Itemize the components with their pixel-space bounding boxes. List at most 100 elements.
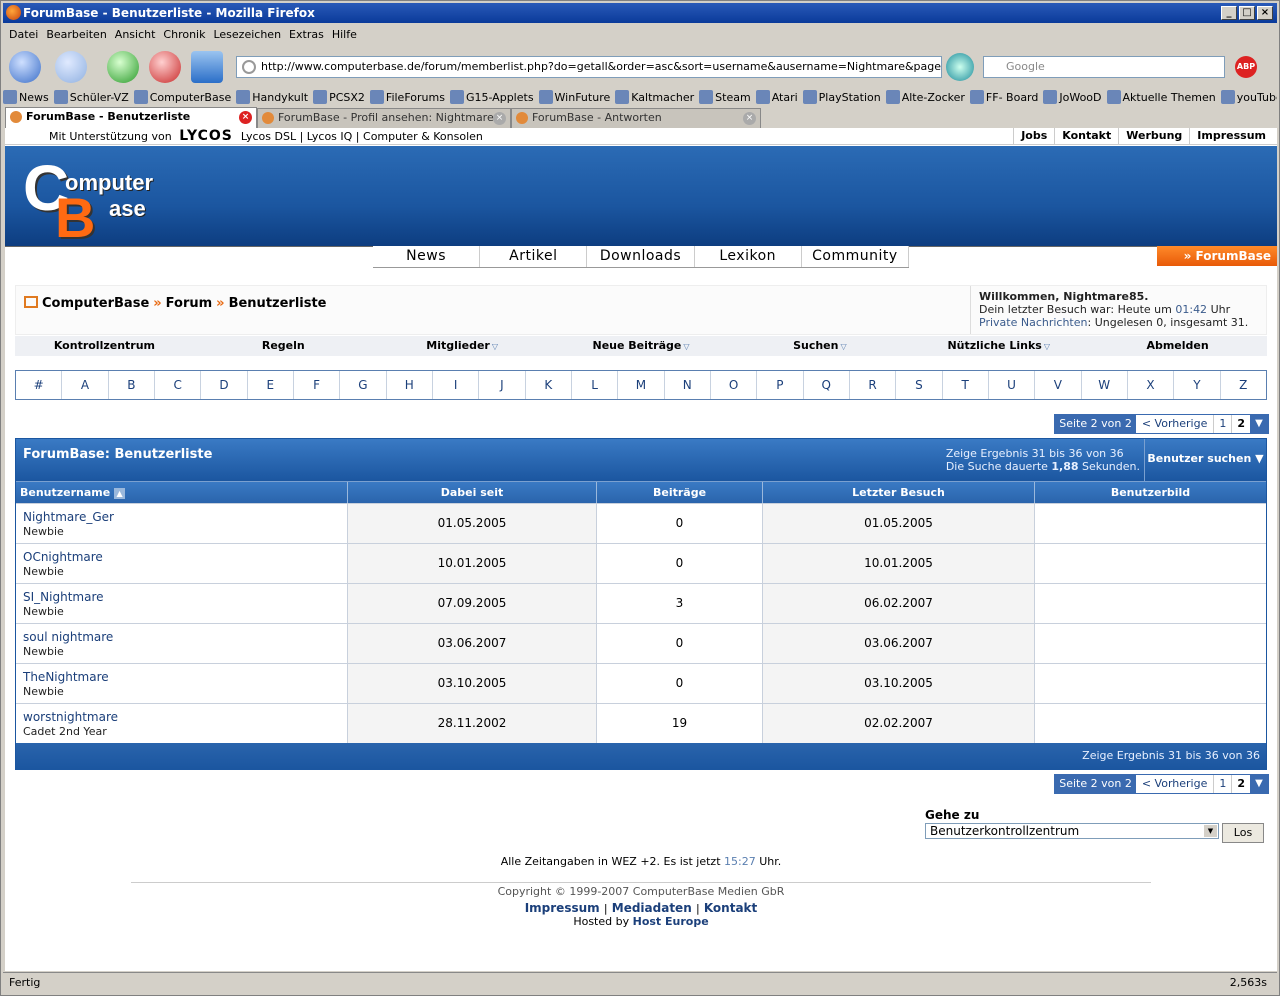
alpha-letter[interactable]: M bbox=[618, 371, 665, 399]
alpha-letter[interactable]: B bbox=[109, 371, 155, 399]
username-link[interactable]: soul nightmare bbox=[23, 630, 347, 644]
bookmark-item[interactable]: JoWooD bbox=[1043, 90, 1102, 104]
sponsor-links[interactable]: Lycos DSL | Lycos IQ | Computer & Konsol… bbox=[241, 130, 483, 143]
nav-lexikon[interactable]: Lexikon bbox=[695, 246, 802, 267]
alpha-letter[interactable]: Y bbox=[1174, 371, 1221, 399]
pager-page-1[interactable]: 1 bbox=[1214, 775, 1233, 793]
alpha-letter[interactable]: O bbox=[711, 371, 758, 399]
alpha-letter[interactable]: U bbox=[989, 371, 1036, 399]
alpha-letter[interactable]: T bbox=[943, 371, 989, 399]
subnav-regeln[interactable]: Regeln bbox=[194, 336, 373, 356]
user-search-button[interactable]: Benutzer suchen ▼ bbox=[1144, 439, 1266, 481]
nav-downloads[interactable]: Downloads bbox=[587, 246, 695, 267]
bookmark-item[interactable]: PlayStation bbox=[802, 90, 881, 104]
alpha-letter[interactable]: D bbox=[201, 371, 248, 399]
breadcrumb-computerbase[interactable]: ComputerBase bbox=[42, 296, 149, 311]
maximize-button[interactable]: □ bbox=[1239, 6, 1255, 20]
tab-benutzerliste[interactable]: ForumBase - Benutzerliste × bbox=[5, 107, 257, 128]
bookmark-item[interactable]: youTube und Videos bbox=[1220, 90, 1277, 104]
close-tab-icon[interactable]: × bbox=[493, 112, 506, 125]
private-messages-link[interactable]: Private Nachrichten bbox=[979, 316, 1088, 329]
pager-prev[interactable]: < Vorherige bbox=[1136, 775, 1215, 793]
bookmark-item[interactable]: Kaltmacher bbox=[615, 90, 694, 104]
host-europe-link[interactable]: Host Europe bbox=[633, 915, 709, 928]
stop-icon[interactable] bbox=[149, 51, 181, 83]
reload-icon[interactable] bbox=[107, 51, 139, 83]
footer-impressum[interactable]: Impressum bbox=[525, 901, 600, 915]
username-link[interactable]: Nightmare_Ger bbox=[23, 510, 347, 524]
alpha-letter[interactable]: C bbox=[155, 371, 202, 399]
close-tab-icon[interactable]: × bbox=[239, 111, 252, 124]
subnav-abmelden[interactable]: Abmelden bbox=[1088, 336, 1267, 356]
minimize-button[interactable]: _ bbox=[1221, 6, 1237, 20]
bookmark-item[interactable]: News bbox=[3, 90, 49, 104]
link-kontakt[interactable]: Kontakt bbox=[1054, 128, 1118, 144]
bookmark-item[interactable]: G15-Applets bbox=[449, 90, 534, 104]
alpha-letter[interactable]: J bbox=[479, 371, 526, 399]
bookmark-item[interactable]: Steam bbox=[699, 90, 751, 104]
menu-extras[interactable]: Extras bbox=[287, 25, 330, 45]
alpha-letter[interactable]: # bbox=[16, 371, 63, 399]
sort-asc-icon[interactable]: ▲ bbox=[114, 488, 126, 499]
go-icon[interactable] bbox=[946, 53, 974, 81]
alpha-letter[interactable]: N bbox=[665, 371, 711, 399]
close-tab-icon[interactable]: × bbox=[743, 112, 756, 125]
menu-chronik[interactable]: Chronik bbox=[161, 25, 211, 45]
bookmark-item[interactable]: WinFuture bbox=[538, 90, 610, 104]
link-jobs[interactable]: Jobs bbox=[1013, 128, 1054, 144]
alpha-letter[interactable]: F bbox=[294, 371, 341, 399]
alpha-letter[interactable]: X bbox=[1128, 371, 1175, 399]
menu-lesezeichen[interactable]: Lesezeichen bbox=[211, 25, 287, 45]
alpha-letter[interactable]: V bbox=[1035, 371, 1082, 399]
menu-hilfe[interactable]: Hilfe bbox=[330, 25, 363, 45]
subnav-mitglieder[interactable]: Mitglieder ▽ bbox=[373, 336, 552, 356]
nav-news[interactable]: News bbox=[373, 246, 481, 267]
bookmark-item[interactable]: Handykult bbox=[236, 90, 308, 104]
menu-datei[interactable]: Datei bbox=[7, 25, 44, 45]
username-link[interactable]: worstnightmare bbox=[23, 710, 347, 724]
footer-mediadaten[interactable]: Mediadaten bbox=[612, 901, 692, 915]
col-letzter-besuch[interactable]: Letzter Besuch bbox=[763, 482, 1035, 503]
pager-page-1[interactable]: 1 bbox=[1214, 415, 1233, 433]
link-werbung[interactable]: Werbung bbox=[1118, 128, 1189, 144]
alpha-letter[interactable]: H bbox=[387, 371, 433, 399]
subnav-nuetzliche-links[interactable]: Nützliche Links ▽ bbox=[909, 336, 1088, 356]
nav-community[interactable]: Community bbox=[802, 246, 910, 267]
url-bar[interactable]: http://www.computerbase.de/forum/memberl… bbox=[236, 56, 942, 78]
footer-kontakt[interactable]: Kontakt bbox=[704, 901, 757, 915]
search-input[interactable]: Google bbox=[983, 56, 1225, 78]
pager-dropdown-icon[interactable]: ▼ bbox=[1250, 775, 1268, 793]
goto-select[interactable]: Benutzerkontrollzentrum ▼ bbox=[925, 823, 1219, 839]
alpha-letter[interactable]: R bbox=[850, 371, 897, 399]
bookmark-item[interactable]: Schüler-VZ bbox=[53, 90, 129, 104]
computerbase-logo[interactable]: CB omputer ase bbox=[23, 156, 173, 246]
pager-prev[interactable]: < Vorherige bbox=[1136, 415, 1215, 433]
username-link[interactable]: OCnightmare bbox=[23, 550, 347, 564]
alpha-letter[interactable]: Q bbox=[804, 371, 850, 399]
bookmark-item[interactable]: ComputerBase bbox=[133, 90, 231, 104]
menu-bearbeiten[interactable]: Bearbeiten bbox=[44, 25, 112, 45]
link-impressum[interactable]: Impressum bbox=[1189, 128, 1273, 144]
forward-icon[interactable] bbox=[55, 51, 87, 83]
forumbase-tab[interactable]: » ForumBase bbox=[1157, 246, 1277, 266]
col-dabei-seit[interactable]: Dabei seit bbox=[348, 482, 597, 503]
lycos-logo[interactable]: LYCOS bbox=[179, 128, 233, 144]
alpha-letter[interactable]: P bbox=[757, 371, 804, 399]
breadcrumb-forum[interactable]: Forum bbox=[166, 296, 213, 311]
alpha-letter[interactable]: Z bbox=[1221, 371, 1266, 399]
home-icon[interactable] bbox=[24, 296, 38, 308]
subnav-suchen[interactable]: Suchen ▽ bbox=[730, 336, 909, 356]
tab-antworten[interactable]: ForumBase - Antworten × bbox=[511, 108, 761, 128]
subnav-neue-beitraege[interactable]: Neue Beiträge ▽ bbox=[552, 336, 731, 356]
alpha-letter[interactable]: A bbox=[62, 371, 109, 399]
alpha-letter[interactable]: S bbox=[896, 371, 943, 399]
home-icon[interactable] bbox=[191, 51, 223, 83]
bookmark-item[interactable]: Atari bbox=[755, 90, 798, 104]
bookmark-item[interactable]: FileForums bbox=[369, 90, 445, 104]
alpha-letter[interactable]: L bbox=[572, 371, 619, 399]
username-link[interactable]: SI_Nightmare bbox=[23, 590, 347, 604]
tab-profil[interactable]: ForumBase - Profil ansehen: Nightmare × bbox=[257, 108, 511, 128]
bookmark-item[interactable]: PCSX2 bbox=[313, 90, 365, 104]
bookmark-item[interactable]: Aktuelle Themen bbox=[1106, 90, 1216, 104]
pager-dropdown-icon[interactable]: ▼ bbox=[1250, 415, 1268, 433]
